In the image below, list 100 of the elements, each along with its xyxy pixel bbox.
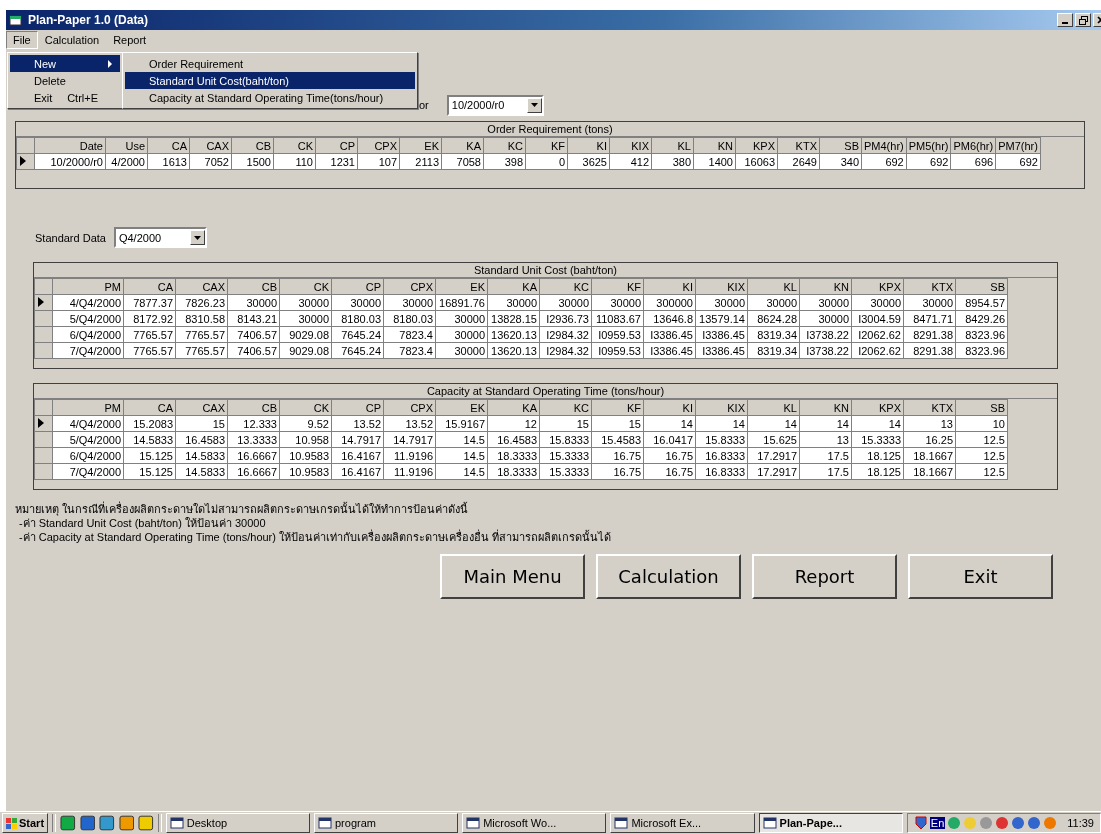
column-header[interactable]: CPX [357,137,400,154]
column-header[interactable]: Date [34,137,106,154]
column-header[interactable]: EK [435,399,488,416]
column-header[interactable]: KI [567,137,610,154]
column-header[interactable]: CB [231,137,274,154]
menu-item[interactable]: Standard Unit Cost(baht/ton) [125,72,415,89]
column-header[interactable]: KC [539,278,592,295]
column-header[interactable]: CPX [383,399,436,416]
column-header[interactable]: PM [52,399,124,416]
column-header[interactable]: KL [747,399,800,416]
quick-launch-icon [118,815,135,831]
menu-item[interactable]: Report [106,31,154,49]
taskbar-button[interactable]: Desktop [165,813,310,833]
column-header[interactable]: KPX [735,137,778,154]
note-text: -ค่า Standard Unit Cost (baht/ton) ให้ป้อนค่า 30000 [18,516,267,530]
column-header[interactable]: Use [105,137,148,154]
column-header[interactable]: KTX [903,278,956,295]
note-text: -ค่า Capacity at Standard Operating Time (tons/hour) ให้ป้อนค่าเท่ากับเครื่องผลิตกระดาษเครื่องอื่น ที่สามารถผลิตเกรดนั้นได้ [18,530,613,544]
column-header[interactable]: KTX [903,399,956,416]
column-header[interactable]: KA [441,137,484,154]
column-header[interactable]: CK [279,399,332,416]
column-header[interactable]: CP [331,399,384,416]
column-header[interactable]: KF [591,278,644,295]
column-header[interactable]: KIX [695,278,748,295]
nav-button[interactable]: Report [752,554,897,599]
tray-icon [979,816,994,830]
column-header[interactable]: KA [487,399,540,416]
column-header[interactable]: CK [273,137,316,154]
column-header[interactable]: KC [483,137,526,154]
column-header[interactable]: PM4(hr) [861,137,907,154]
start-button[interactable]: Start [2,813,49,833]
column-header[interactable]: CP [331,278,384,295]
column-header[interactable]: PM [52,278,124,295]
taskbar-button[interactable]: program [314,813,459,833]
window-title: Plan-Paper 1.0 (Data) [28,13,150,27]
column-header[interactable]: KL [747,278,800,295]
note-text: หมายเหตุ ในกรณีที่เครื่องผลิตกระดาษใดไม่สามารถผลิตกระดาษเกรดนั้นได้ให้ทำการป้อนค่าดังนี้ [15,502,470,516]
column-header[interactable]: KN [799,399,852,416]
column-header[interactable]: KI [643,278,696,295]
column-header[interactable]: EK [435,278,488,295]
menu-item[interactable]: File [6,31,38,49]
window-icon [9,14,23,26]
column-header[interactable]: KIX [695,399,748,416]
column-header[interactable]: CA [147,137,190,154]
menu-item[interactable]: Calculation [37,31,107,49]
column-header[interactable]: KN [799,278,852,295]
taskbar-button[interactable]: Microsoft Ex... [610,813,755,833]
nav-button[interactable]: Main Menu [440,554,585,599]
menu-item[interactable]: Order Requirement [125,55,415,72]
submenu-arrow-icon [108,59,112,68]
minimize-button[interactable] [1057,13,1073,27]
column-header[interactable]: KA [487,278,540,295]
column-header[interactable]: SB [955,278,1008,295]
dropdown-button[interactable] [526,97,542,113]
column-header[interactable]: CP [315,137,358,154]
restore-button[interactable] [1075,13,1091,27]
column-header[interactable]: SB [955,399,1008,416]
column-header[interactable]: CK [279,278,332,295]
date-dropdown[interactable]: 10/2000/r0 [446,94,544,116]
quick-launch-icon [60,815,76,831]
nav-button[interactable]: Exit [908,554,1053,599]
menu-item[interactable]: Exit Ctrl+E [10,89,120,106]
column-header[interactable]: CA [123,399,176,416]
column-header[interactable]: KTX [777,137,820,154]
menu-item[interactable]: Delete [10,72,120,89]
column-header[interactable]: KC [539,399,592,416]
shield-icon [913,816,928,830]
nav-button[interactable]: Calculation [596,554,741,599]
column-header[interactable]: EK [399,137,442,154]
column-header[interactable]: KIX [609,137,652,154]
menu-item[interactable]: New [10,55,120,72]
column-header[interactable]: KI [643,399,696,416]
taskbar-button[interactable]: Plan-Pape... [758,813,903,833]
column-header[interactable]: CAX [175,278,228,295]
column-header[interactable]: PM6(hr) [950,137,996,154]
column-header[interactable]: PM5(hr) [906,137,951,154]
column-header[interactable]: KL [651,137,694,154]
dropdown-button[interactable] [189,230,205,245]
window-icon [762,816,777,830]
column-header[interactable]: PM7(hr) [995,137,1041,154]
language-indicator[interactable]: En [929,817,946,829]
column-header[interactable]: KPX [851,399,904,416]
current-row-icon [38,417,44,428]
column-header[interactable]: CAX [189,137,232,154]
caret-icon [530,103,538,107]
menu-item[interactable]: Capacity at Standard Operating Time(tons/hour) [125,89,415,106]
column-header[interactable]: KPX [851,278,904,295]
column-header[interactable]: CB [227,278,280,295]
quick-launch-icon [79,815,96,831]
column-header[interactable]: CAX [175,399,228,416]
standard-data-dropdown[interactable]: Q4/2000 [113,227,207,248]
current-row-icon [38,296,44,307]
column-header[interactable]: KF [525,137,568,154]
column-header[interactable]: CA [123,278,176,295]
column-header[interactable]: CPX [383,278,436,295]
column-header[interactable]: KN [693,137,736,154]
taskbar-button[interactable]: Microsoft Wo... [462,813,607,833]
column-header[interactable]: KF [591,399,644,416]
column-header[interactable]: CB [227,399,280,416]
column-header[interactable]: SB [819,137,862,154]
